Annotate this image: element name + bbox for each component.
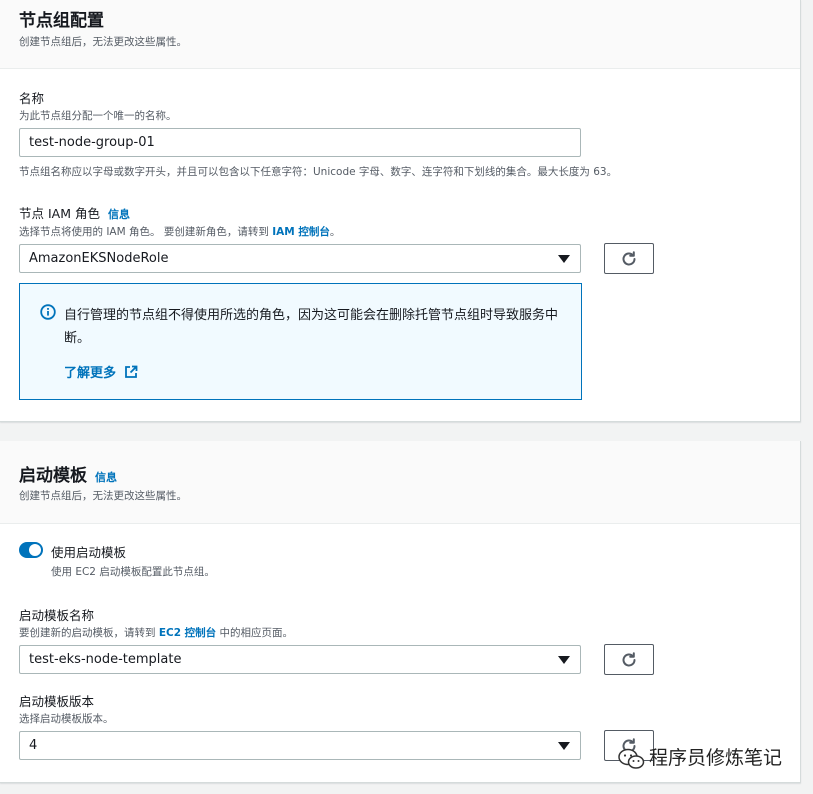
template-name-description-suffix: 中的相应页面。 xyxy=(216,627,294,639)
iam-role-select[interactable]: AmazonEKSNodeRole xyxy=(19,244,581,273)
learn-more-link[interactable]: 了解更多 xyxy=(64,362,138,381)
iam-console-link[interactable]: IAM 控制台 xyxy=(272,226,330,238)
template-version-selected: 4 xyxy=(29,738,38,753)
iam-role-description-prefix: 选择节点将使用的 IAM 角色。 要创建新角色，请转到 xyxy=(19,226,273,238)
template-name-refresh-button[interactable] xyxy=(604,644,654,675)
alert-message: 自行管理的节点组不得使用所选的角色，因为这可能会在删除托管节点组时导致服务中断。 xyxy=(64,308,559,346)
nodegroup-config-description: 创建节点组后，无法更改这些属性。 xyxy=(19,36,187,48)
caret-down-icon xyxy=(558,656,570,664)
template-name-description-prefix: 要创建新的启动模板，请转到 xyxy=(19,627,159,639)
refresh-icon xyxy=(622,251,636,266)
caret-down-icon xyxy=(558,742,570,750)
nodegroup-name-value: test-node-group-01 xyxy=(29,135,155,150)
iam-role-refresh-button[interactable] xyxy=(604,243,654,274)
toggle-knob xyxy=(29,544,41,556)
refresh-icon xyxy=(622,652,636,667)
launch-template-title-row: 启动模板 信息 xyxy=(19,461,117,486)
info-circle-icon xyxy=(40,304,56,320)
nodegroup-config-title: 节点组配置 xyxy=(19,11,104,31)
caret-down-icon xyxy=(558,255,570,263)
name-label: 名称 xyxy=(19,91,45,106)
external-link-icon xyxy=(124,365,137,378)
template-name-description: 要创建新的启动模板，请转到 EC2 控制台 中的相应页面。 xyxy=(19,625,293,640)
watermark-text: 程序员修炼笔记 xyxy=(649,747,783,769)
ec2-console-link[interactable]: EC2 控制台 xyxy=(159,627,216,639)
launch-template-title: 启动模板 xyxy=(19,466,87,486)
toggle-description: 使用 EC2 启动模板配置此节点组。 xyxy=(51,566,215,578)
template-version-description: 选择启动模板版本。 xyxy=(19,713,114,725)
launch-template-header: 启动模板 信息 创建节点组后，无法更改这些属性。 xyxy=(0,441,800,524)
template-version-select[interactable]: 4 xyxy=(19,731,581,760)
template-name-label: 启动模板名称 xyxy=(19,608,95,623)
iam-role-label: 节点 IAM 角色 xyxy=(19,206,100,221)
role-warning-alert: 自行管理的节点组不得使用所选的角色，因为这可能会在删除托管节点组时导致服务中断。… xyxy=(19,283,582,400)
iam-role-description-suffix: 。 xyxy=(329,226,341,238)
name-constraint: 节点组名称应以字母或数字开头，并且可以包含以下任意字符：Unicode 字母、数… xyxy=(19,166,618,178)
launch-template-info-link[interactable]: 信息 xyxy=(95,471,117,484)
template-name-select[interactable]: test-eks-node-template xyxy=(19,645,581,674)
toggle-label: 使用启动模板 xyxy=(51,545,127,560)
iam-role-info-link[interactable]: 信息 xyxy=(108,208,130,221)
template-version-label: 启动模板版本 xyxy=(19,694,95,709)
use-launch-template-toggle[interactable] xyxy=(19,542,43,558)
iam-role-label-row: 节点 IAM 角色 信息 xyxy=(19,203,130,222)
nodegroup-name-input[interactable]: test-node-group-01 xyxy=(19,128,581,157)
iam-role-selected: AmazonEKSNodeRole xyxy=(29,251,169,266)
launch-template-description: 创建节点组后，无法更改这些属性。 xyxy=(19,490,187,502)
template-name-selected: test-eks-node-template xyxy=(29,652,182,667)
iam-role-description: 选择节点将使用的 IAM 角色。 要创建新角色，请转到 IAM 控制台。 xyxy=(19,224,340,239)
nodegroup-config-panel: 节点组配置 创建节点组后，无法更改这些属性。 名称 为此节点组分配一个唯一的名称… xyxy=(0,0,801,422)
wechat-icon xyxy=(618,748,645,769)
nodegroup-config-header: 节点组配置 创建节点组后，无法更改这些属性。 xyxy=(0,0,800,69)
name-description: 为此节点组分配一个唯一的名称。 xyxy=(19,110,177,122)
learn-more-label: 了解更多 xyxy=(64,366,117,381)
